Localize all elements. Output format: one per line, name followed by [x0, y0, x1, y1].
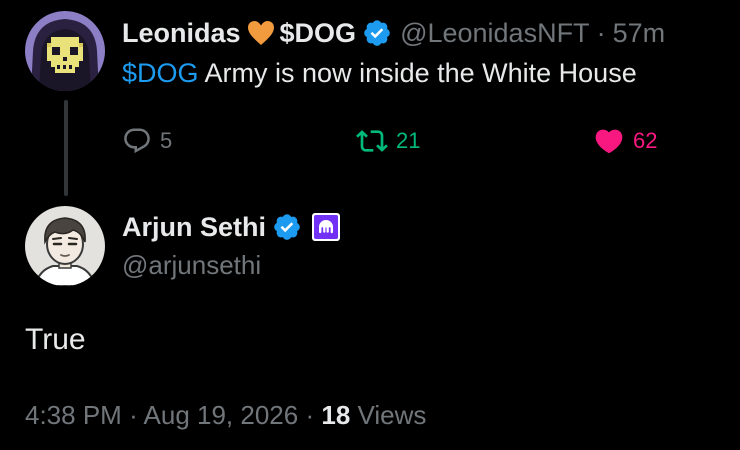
leonidas-avatar[interactable] [25, 11, 105, 91]
like-count: 62 [633, 128, 658, 153]
kraken-logo-icon[interactable] [311, 212, 341, 242]
tweet-metadata: 4:38 PM · Aug 19, 2026 · 18 Views [25, 400, 426, 431]
reply-action[interactable]: 5 [122, 124, 172, 158]
retweet-count: 21 [396, 128, 421, 153]
reply-author-name[interactable]: Arjun Sethi [122, 212, 266, 243]
meta-separator: · [129, 400, 138, 430]
like-action[interactable]: 62 [593, 124, 657, 158]
cashtag-link[interactable]: $DOG [122, 58, 199, 88]
parent-timestamp[interactable]: 57m [613, 18, 666, 49]
verified-badge-icon[interactable] [272, 212, 302, 242]
header-separator: · [596, 17, 606, 48]
reply-tweet-text: True [25, 323, 86, 356]
reply-author-handle[interactable]: @arjunsethi [122, 250, 261, 281]
parent-tweet-header: Leonidas $DOG @LeonidasNFT · 57m [122, 14, 665, 52]
parent-author-handle[interactable]: @LeonidasNFT [400, 18, 590, 49]
meta-separator: · [305, 400, 315, 430]
retweet-action[interactable]: 21 [356, 124, 420, 158]
verified-badge-icon[interactable] [362, 18, 392, 48]
parent-tweet-text: $DOG Army is now inside the White House [122, 58, 637, 89]
reply-author-header: Arjun Sethi [122, 208, 341, 246]
views-count[interactable]: 18 [321, 400, 350, 430]
heart-filled-icon [595, 129, 623, 154]
parent-author-name-suffix[interactable]: $DOG [280, 18, 357, 49]
orange-heart-emoji-icon [247, 20, 275, 46]
tweet-date[interactable]: Aug 19, 2026 [144, 400, 299, 430]
retweet-arrows-icon [356, 130, 388, 152]
arjun-avatar[interactable] [25, 206, 105, 286]
speech-bubble-icon [124, 128, 150, 154]
views-label: Views [357, 400, 427, 430]
parent-tweet-text-body: Army is now inside the White House [198, 58, 637, 88]
parent-author-name[interactable]: Leonidas [122, 18, 241, 49]
reply-count: 5 [160, 128, 173, 153]
thread-connector-line [64, 100, 68, 196]
tweet-time[interactable]: 4:38 PM [25, 400, 122, 430]
